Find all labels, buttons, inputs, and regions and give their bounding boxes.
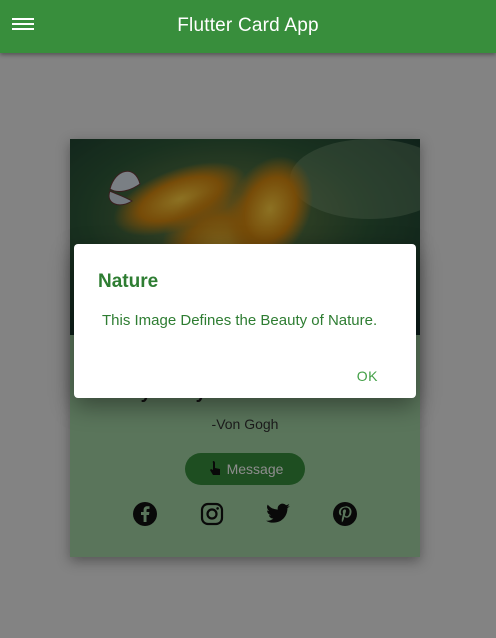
dialog-title: Nature (98, 271, 159, 292)
app-bar: Flutter Card App (0, 0, 496, 53)
alert-dialog: Nature This Image Defines the Beauty of … (74, 244, 416, 398)
ok-button[interactable]: OK (357, 368, 378, 384)
app-title: Flutter Card App (177, 15, 319, 36)
dialog-message: This Image Defines the Beauty of Nature. (102, 312, 378, 329)
